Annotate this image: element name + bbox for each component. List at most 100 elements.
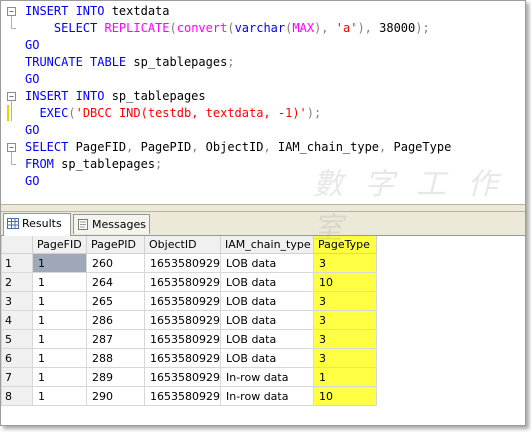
column-header[interactable]: PageFID	[32, 236, 87, 254]
row-number[interactable]: 8	[1, 386, 33, 406]
code-token: ,	[126, 140, 141, 154]
grid-cell[interactable]: 1653580929	[144, 348, 221, 368]
watermark-logo: 數 字 工 作 室	[313, 167, 504, 246]
grid-cell[interactable]: 287	[86, 329, 145, 349]
grid-cell[interactable]: LOB data	[220, 310, 314, 330]
code-token: textdata	[111, 4, 170, 18]
code-token: TRUNCATE TABLE	[25, 55, 134, 69]
grid-cell[interactable]: LOB data	[220, 329, 314, 349]
grid-cell[interactable]: 1	[32, 272, 87, 292]
grid-cell[interactable]: 1653580929	[144, 272, 221, 292]
code-line: GO	[25, 122, 39, 139]
grid-cell[interactable]: 1653580929	[144, 367, 221, 387]
grid-cell[interactable]: 1653580929	[144, 253, 221, 273]
code-token: 'DBCC IND(testdb, textdata, -1)'	[75, 106, 307, 120]
grid-cell[interactable]: In-row data	[220, 367, 314, 387]
tab-messages[interactable]: Messages	[73, 214, 150, 234]
code-token: (	[68, 106, 76, 120]
code-line: GO	[25, 71, 39, 88]
code-token: sp_tablepages	[133, 55, 228, 69]
results-grid[interactable]: PageFID PagePID ObjectID IAM_chain_type …	[1, 236, 525, 425]
grid-cell[interactable]: 3	[313, 291, 377, 311]
table-row[interactable]: 5 1 287 1653580929 LOB data 3	[1, 329, 377, 349]
grid-cell[interactable]: 1	[32, 310, 87, 330]
grid-cell[interactable]: 10	[313, 386, 377, 406]
code-token: );	[415, 21, 430, 35]
grid-cell[interactable]: 3	[313, 329, 377, 349]
collapse-icon[interactable]: −	[7, 143, 16, 152]
code-token: GO	[25, 38, 40, 52]
grid-cell[interactable]: 1	[32, 253, 87, 273]
grid-cell[interactable]: 286	[86, 310, 145, 330]
row-number-header[interactable]	[1, 236, 33, 254]
messages-icon	[78, 219, 88, 230]
fold-guide	[11, 101, 12, 121]
grid-cell[interactable]: 1	[32, 291, 87, 311]
row-number[interactable]: 7	[1, 367, 33, 387]
code-token: ,	[191, 140, 206, 154]
query-window: INSERT INTO textdata − SELECT REPLICATE(c…	[0, 0, 526, 426]
table-row[interactable]: 4 1 286 1653580929 LOB data 3	[1, 310, 377, 330]
grid-cell[interactable]: LOB data	[220, 348, 314, 368]
code-line: TRUNCATE TABLE sp_tablepages;	[25, 54, 235, 71]
grid-cell[interactable]: 265	[86, 291, 145, 311]
grid-cell[interactable]: 1	[32, 348, 87, 368]
grid-cell[interactable]: 260	[86, 253, 145, 273]
grid-cell[interactable]: In-row data	[220, 386, 314, 406]
grid-cell[interactable]: 290	[86, 386, 145, 406]
grid-cell[interactable]: LOB data	[220, 272, 314, 292]
table-row[interactable]: 3 1 265 1653580929 LOB data 3	[1, 291, 377, 311]
grid-cell[interactable]: 1	[32, 386, 87, 406]
grid-cell[interactable]: 10	[313, 272, 377, 292]
column-header[interactable]: ObjectID	[144, 236, 221, 254]
fold-guide	[11, 16, 12, 28]
table-row[interactable]: 6 1 288 1653580929 LOB data 3	[1, 348, 377, 368]
code-token: IAM_chain_type	[277, 140, 380, 154]
column-header[interactable]: PagePID	[86, 236, 145, 254]
grid-cell[interactable]: 1653580929	[144, 329, 221, 349]
code-token: 'a'	[335, 21, 358, 35]
grid-cell[interactable]: 1	[32, 329, 87, 349]
code-token: GO	[25, 72, 40, 86]
code-token: INSERT INTO	[25, 4, 112, 18]
code-token: ;	[155, 157, 163, 171]
grid-cell[interactable]: 289	[86, 367, 145, 387]
grid-cell[interactable]: 1653580929	[144, 386, 221, 406]
code-line: SELECT PageFID, PagePID, ObjectID, IAM_c…	[25, 139, 451, 156]
code-line: GO	[25, 37, 39, 54]
code-token: convert	[176, 21, 228, 35]
column-header[interactable]: IAM_chain_type	[220, 236, 314, 254]
row-number[interactable]: 3	[1, 291, 33, 311]
tab-results[interactable]: Results	[3, 213, 71, 236]
table-row[interactable]: 8 1 290 1653580929 In-row data 10	[1, 386, 377, 406]
grid-cell[interactable]: 1653580929	[144, 310, 221, 330]
code-token: PageFID	[75, 140, 127, 154]
grid-cell[interactable]: 3	[313, 348, 377, 368]
row-number[interactable]: 6	[1, 348, 33, 368]
code-token: ,	[379, 140, 394, 154]
grid-cell[interactable]: 3	[313, 310, 377, 330]
collapse-icon[interactable]: −	[7, 7, 16, 16]
table-row[interactable]: 1 1 260 1653580929 LOB data 3	[1, 253, 377, 273]
table-row[interactable]: 7 1 289 1653580929 In-row data 1	[1, 367, 377, 387]
row-number[interactable]: 5	[1, 329, 33, 349]
grid-cell[interactable]: 1	[32, 367, 87, 387]
row-number[interactable]: 2	[1, 272, 33, 292]
grid-cell[interactable]: 1653580929	[144, 291, 221, 311]
row-number[interactable]: 1	[1, 253, 33, 273]
grid-cell[interactable]: 3	[313, 253, 377, 273]
grid-cell[interactable]: 288	[86, 348, 145, 368]
code-token: GO	[25, 174, 40, 188]
collapse-icon[interactable]: −	[7, 92, 16, 101]
tab-results-label: Results	[22, 217, 62, 230]
table-row[interactable]: 2 1 264 1653580929 LOB data 10	[1, 272, 377, 292]
grid-cell[interactable]: LOB data	[220, 253, 314, 273]
grid-cell[interactable]: 264	[86, 272, 145, 292]
grid-cell[interactable]: 1	[313, 367, 377, 387]
code-token: ;	[227, 55, 235, 69]
row-number[interactable]: 4	[1, 310, 33, 330]
grid-cell[interactable]: LOB data	[220, 291, 314, 311]
code-token: varchar	[234, 21, 286, 35]
